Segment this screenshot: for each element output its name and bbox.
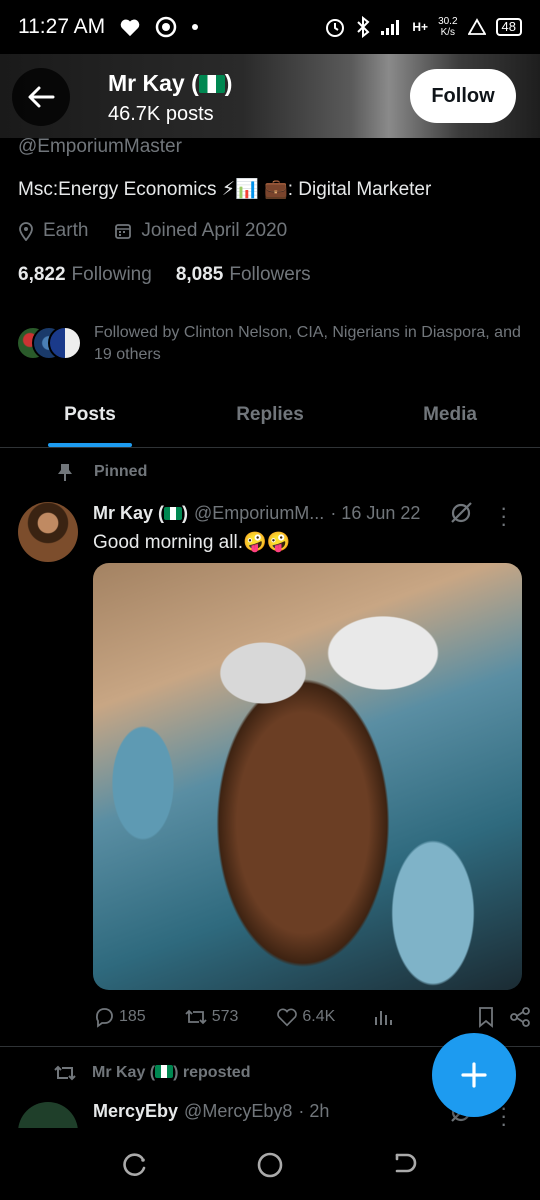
post-time: · 2h <box>298 1101 330 1121</box>
arrow-left-icon <box>28 86 55 108</box>
profile-tabs: Posts Replies Media <box>0 390 540 448</box>
tab-media[interactable]: Media <box>360 390 540 447</box>
profile-location: Earth <box>18 220 88 242</box>
views-button[interactable] <box>373 1007 393 1027</box>
post-author-name[interactable]: Mr Kay () <box>93 503 188 524</box>
analytics-icon <box>375 1011 393 1025</box>
avatar <box>48 326 82 360</box>
battery-indicator: 48 <box>495 18 522 36</box>
app-notification-icon <box>155 16 177 38</box>
profile-header: Mr Kay () 46.7K posts Follow <box>0 54 540 138</box>
notification-icons <box>119 16 199 38</box>
post-header: Mr Kay () @EmporiumM... · 16 Jun 22 <box>93 503 420 524</box>
reply-icon <box>95 1008 113 1028</box>
bookmark-button[interactable] <box>477 1006 495 1028</box>
post-author-avatar[interactable] <box>18 502 78 562</box>
post-actions: 185 573 6.4K <box>93 1006 531 1028</box>
location-pin-icon <box>19 222 33 241</box>
post-header: MercyEby @MercyEby8 · 2h <box>93 1101 329 1122</box>
status-time: 11:27 AM <box>18 15 106 38</box>
post-text: Good morning all.🤪🤪 <box>93 532 291 553</box>
repost-icon <box>185 1009 207 1025</box>
follow-button[interactable]: Follow <box>410 69 516 123</box>
followed-by-text: Followed by Clinton Nelson, CIA, Nigeria… <box>94 324 521 363</box>
grok-icon[interactable] <box>448 500 474 526</box>
nigeria-flag-icon <box>155 1065 174 1078</box>
share-button[interactable] <box>509 1006 531 1028</box>
tab-posts[interactable]: Posts <box>0 390 180 447</box>
profile-joined-date: Joined April 2020 <box>114 220 287 242</box>
post-author-handle: @MercyEby8 <box>184 1101 293 1121</box>
compose-button[interactable] <box>432 1033 516 1117</box>
post-author-handle: @EmporiumM... <box>194 503 325 523</box>
warning-icon <box>467 18 486 35</box>
share-icon <box>510 1007 531 1027</box>
post-author-name[interactable]: MercyEby <box>93 1101 178 1122</box>
header-display-name: Mr Kay () <box>108 70 233 96</box>
status-bar: 11:27 AM H+ 30.2 K/s 48 <box>0 0 540 54</box>
back-nav-icon[interactable] <box>390 1150 420 1180</box>
heart-icon <box>120 19 140 37</box>
pin-icon <box>58 464 72 481</box>
bookmark-icon <box>479 1007 494 1028</box>
reply-button[interactable]: 185 <box>93 1006 146 1028</box>
signal-icon <box>381 20 400 35</box>
profile-handle: @EmporiumMaster <box>18 136 182 157</box>
pinned-label: Pinned <box>56 462 147 482</box>
nigeria-flag-icon <box>164 507 183 520</box>
home-icon[interactable] <box>255 1150 285 1180</box>
nigeria-flag-icon <box>198 75 225 93</box>
alarm-icon <box>326 19 345 37</box>
followed-by-section[interactable]: Followed by Clinton Nelson, CIA, Nigeria… <box>16 322 524 366</box>
network-speed: 30.2 K/s <box>438 16 458 38</box>
profile-meta: Earth Joined April 2020 <box>18 220 287 242</box>
system-nav-bar <box>0 1128 540 1200</box>
header-post-count: 46.7K posts <box>108 103 214 125</box>
following-link[interactable]: 6,822 Following <box>18 264 152 286</box>
profile-bio: Msc:Energy Economics ⚡📊 💼: Digital Marke… <box>18 179 432 200</box>
like-button[interactable]: 6.4K <box>276 1007 335 1027</box>
tab-replies[interactable]: Replies <box>180 390 360 447</box>
back-button[interactable] <box>12 68 70 126</box>
heart-outline-icon <box>277 1008 298 1027</box>
plus-icon <box>461 1062 487 1088</box>
repost-indicator[interactable]: Mr Kay () reposted <box>52 1063 250 1083</box>
more-options-icon[interactable]: · · · <box>500 1097 507 1135</box>
dot-icon <box>192 24 199 30</box>
system-icons: H+ 30.2 K/s 48 <box>324 16 522 38</box>
post-image[interactable] <box>93 563 522 990</box>
repost-button[interactable]: 573 <box>184 1007 238 1027</box>
bluetooth-icon <box>357 16 370 38</box>
more-options-icon[interactable]: · · · <box>500 497 507 535</box>
recents-icon[interactable] <box>120 1150 150 1180</box>
calendar-icon <box>115 224 132 239</box>
network-type: H+ <box>412 20 429 34</box>
follow-counts: 6,822 Following 8,085 Followers <box>18 264 311 286</box>
repost-icon <box>54 1065 76 1081</box>
followers-link[interactable]: 8,085 Followers <box>176 264 311 286</box>
post-date: · 16 Jun 22 <box>330 503 421 523</box>
follower-avatars <box>16 322 84 360</box>
